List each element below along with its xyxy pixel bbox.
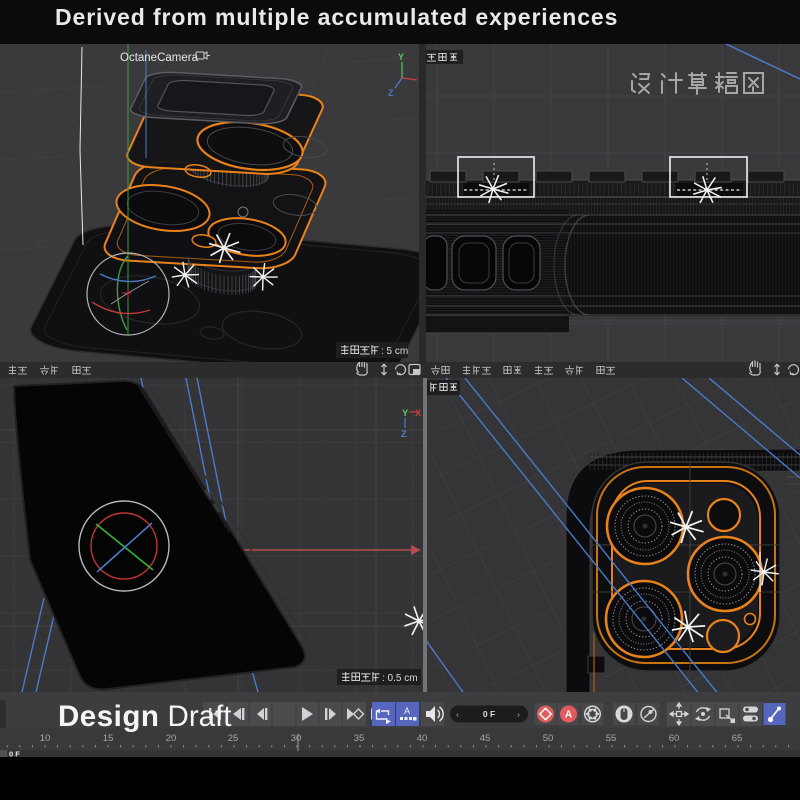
svg-text:: 0.5 cm: : 0.5 cm xyxy=(382,673,418,684)
svg-text:40: 40 xyxy=(417,733,428,744)
svg-text:30: 30 xyxy=(291,733,302,744)
svg-text:Derived from multiple accumula: Derived from multiple accumulated experi… xyxy=(55,4,618,30)
svg-text:OctaneCamera: OctaneCamera xyxy=(120,52,199,64)
svg-text:X: X xyxy=(415,408,422,419)
svg-text:45: 45 xyxy=(480,733,491,744)
svg-text:65: 65 xyxy=(732,733,743,744)
svg-text:25: 25 xyxy=(228,733,239,744)
svg-text:Y: Y xyxy=(402,408,409,419)
svg-text:A: A xyxy=(565,710,572,721)
svg-text:15: 15 xyxy=(103,733,114,744)
svg-text:Z: Z xyxy=(401,429,407,440)
svg-text:0 F: 0 F xyxy=(483,709,495,719)
svg-text:35: 35 xyxy=(354,733,365,744)
svg-text:A: A xyxy=(404,706,410,716)
svg-text:Z: Z xyxy=(388,88,394,98)
svg-text:Design Draft: Design Draft xyxy=(58,700,231,733)
svg-text:55: 55 xyxy=(606,733,617,744)
svg-text:›: › xyxy=(517,710,520,720)
svg-text:‹: ‹ xyxy=(456,710,459,720)
svg-text:20: 20 xyxy=(166,733,177,744)
svg-text:50: 50 xyxy=(543,733,554,744)
svg-text:: 5 cm: : 5 cm xyxy=(381,346,408,357)
svg-text:10: 10 xyxy=(40,733,51,744)
svg-text:Y: Y xyxy=(398,52,404,62)
svg-text:60: 60 xyxy=(669,733,680,744)
